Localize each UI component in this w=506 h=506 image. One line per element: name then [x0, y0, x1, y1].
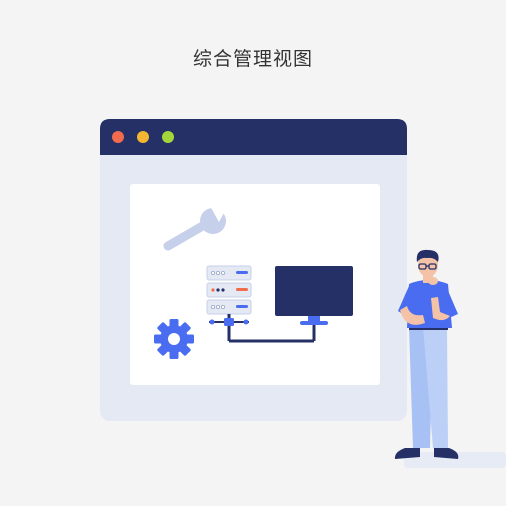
gear-icon — [154, 319, 194, 359]
canvas: 综合管理视图 — [0, 0, 506, 506]
red-dot — [112, 131, 124, 143]
illustration — [100, 119, 506, 468]
yellow-dot — [137, 131, 149, 143]
app-window — [100, 119, 407, 421]
server-rack-icon — [206, 265, 252, 315]
green-dot — [162, 131, 174, 143]
